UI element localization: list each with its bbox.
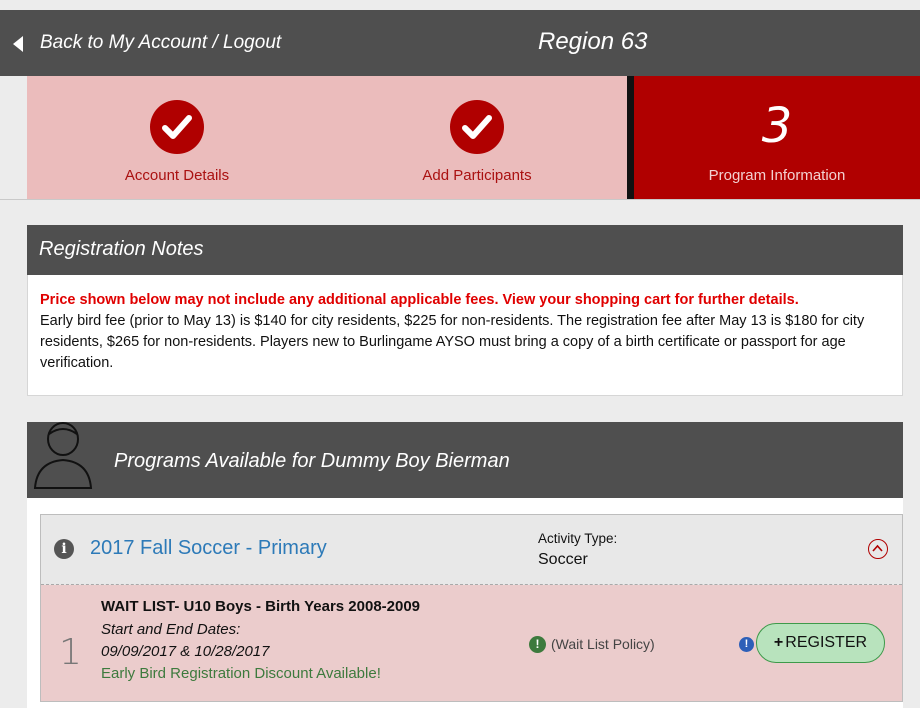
step-account-details[interactable]: Account Details bbox=[27, 76, 327, 199]
register-button[interactable]: + REGISTER bbox=[756, 623, 885, 663]
region-title: Region 63 bbox=[538, 28, 648, 55]
registration-notes-title: Registration Notes bbox=[39, 238, 204, 260]
info-icon[interactable]: i bbox=[54, 539, 74, 559]
step-add-participants[interactable]: Add Participants bbox=[327, 76, 627, 199]
progress-steps: Account Details Add Participants 3 Progr… bbox=[27, 76, 920, 199]
wait-list-policy-link[interactable]: (Wait List Policy) bbox=[551, 636, 655, 652]
user-avatar-icon bbox=[33, 422, 93, 489]
top-bar: Back to My Account / Logout Region 63 bbox=[0, 10, 920, 76]
collapse-chevron-up-icon[interactable] bbox=[868, 539, 888, 559]
programs-header: Programs Available for Dummy Boy Bierman bbox=[27, 422, 903, 498]
step-number: 3 bbox=[761, 98, 793, 154]
back-arrow-icon[interactable] bbox=[13, 36, 23, 52]
division-row: 1 WAIT LIST- U10 Boys - Birth Years 2008… bbox=[41, 585, 902, 701]
dates-value: 09/09/2017 & 10/28/2017 bbox=[101, 643, 270, 660]
fee-warning: Price shown below may not include any ad… bbox=[40, 292, 799, 308]
check-circle-icon bbox=[150, 100, 204, 154]
step-label: Account Details bbox=[124, 167, 230, 184]
program-name-link[interactable]: 2017 Fall Soccer - Primary bbox=[90, 537, 327, 560]
exclamation-icon: ! bbox=[529, 636, 546, 653]
divider bbox=[0, 199, 920, 200]
link-separator: / bbox=[212, 32, 218, 53]
fee-details: Early bird fee (prior to May 13) is $140… bbox=[40, 313, 865, 371]
plus-icon: + bbox=[773, 634, 784, 651]
register-info-icon[interactable]: ! bbox=[739, 637, 754, 652]
registration-notes-header: Registration Notes bbox=[27, 225, 903, 275]
step-program-information[interactable]: 3 Program Information bbox=[627, 76, 920, 199]
program-header: i 2017 Fall Soccer - Primary Activity Ty… bbox=[41, 515, 902, 585]
programs-title: Programs Available for Dummy Boy Bierman bbox=[114, 450, 510, 472]
activity-type-label: Activity Type: bbox=[538, 531, 618, 546]
registration-notes-body: Price shown below may not include any ad… bbox=[27, 275, 903, 396]
account-links: Back to My Account / Logout bbox=[40, 32, 281, 54]
dates-label: Start and End Dates: bbox=[101, 621, 241, 638]
back-to-account-link[interactable]: Back to My Account bbox=[40, 32, 207, 53]
activity-type-value: Soccer bbox=[538, 551, 588, 568]
logout-link[interactable]: Logout bbox=[223, 32, 281, 53]
division-number: 1 bbox=[59, 632, 82, 673]
step-label: Add Participants bbox=[422, 167, 532, 184]
register-label: REGISTER bbox=[785, 634, 868, 651]
check-circle-icon bbox=[450, 100, 504, 154]
program-card: i 2017 Fall Soccer - Primary Activity Ty… bbox=[40, 514, 903, 702]
early-bird-discount: Early Bird Registration Discount Availab… bbox=[101, 665, 381, 682]
division-title: WAIT LIST- U10 Boys - Birth Years 2008-2… bbox=[101, 598, 421, 615]
step-label: Program Information bbox=[708, 167, 846, 184]
